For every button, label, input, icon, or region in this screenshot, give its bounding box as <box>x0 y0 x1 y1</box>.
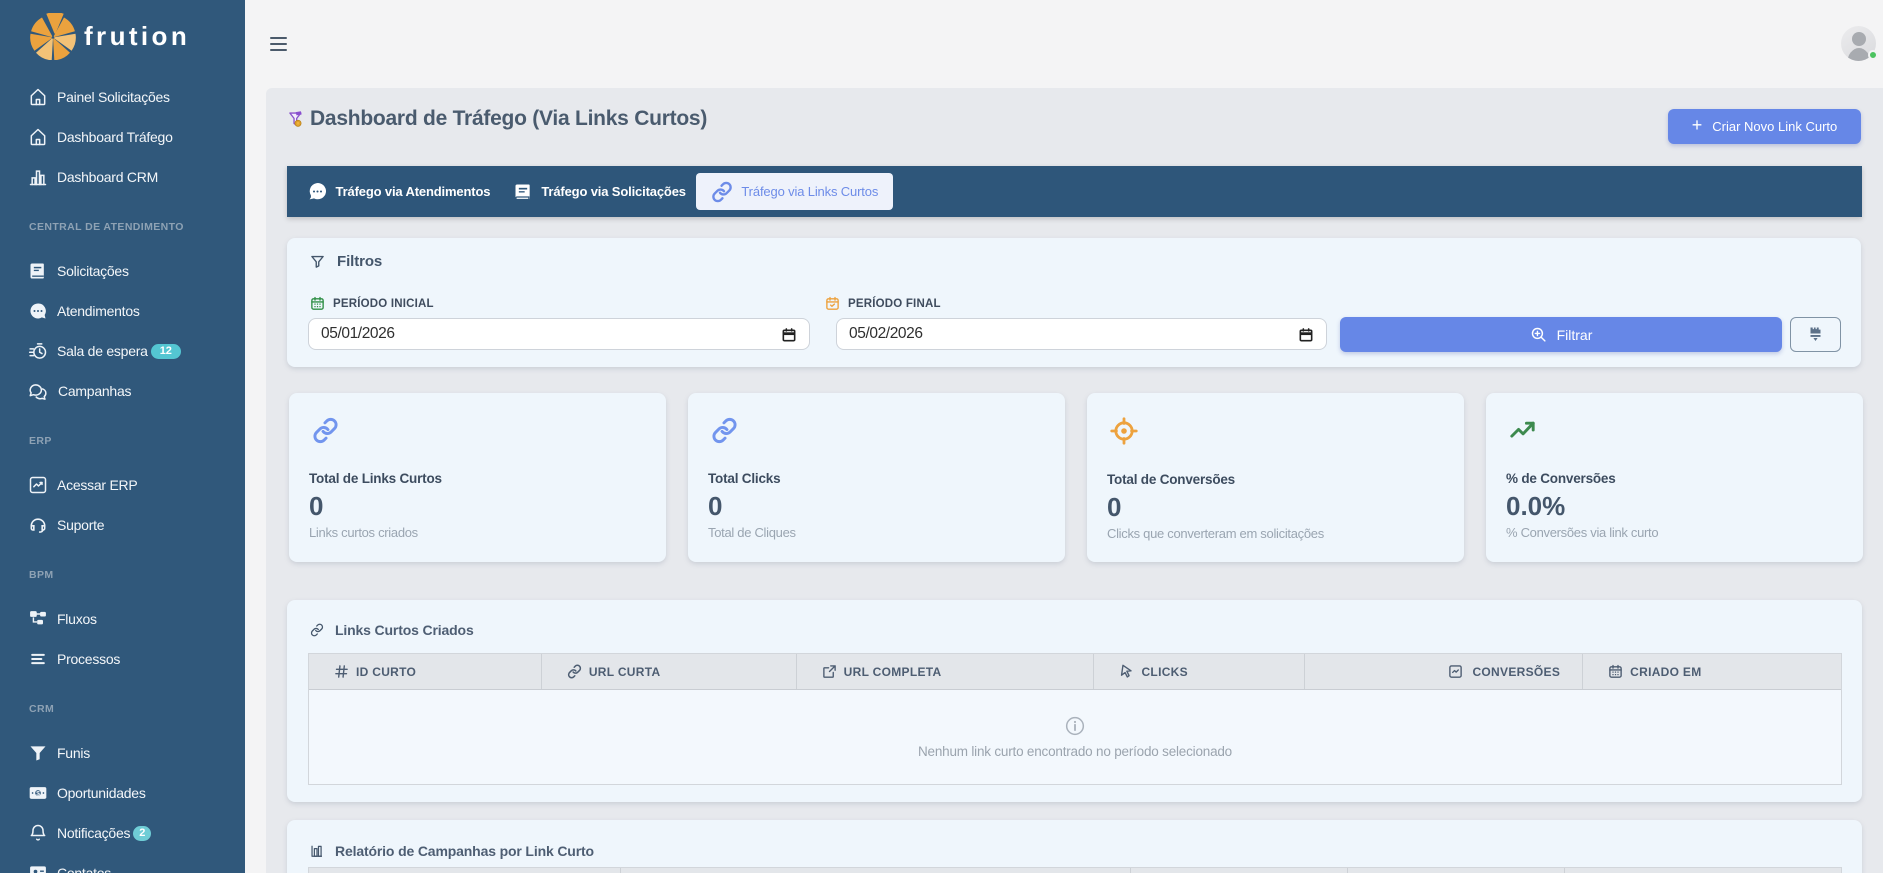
svg-text:$: $ <box>36 790 40 797</box>
